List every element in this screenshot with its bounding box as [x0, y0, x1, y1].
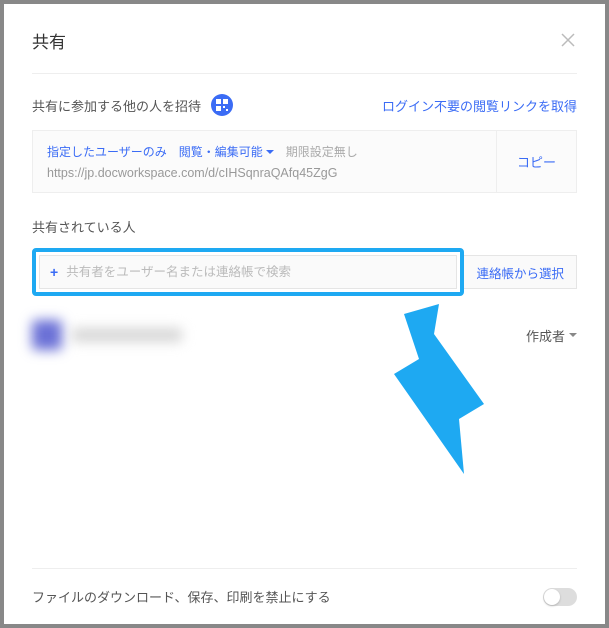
dialog-header: 共有: [32, 28, 577, 74]
spacer: [32, 356, 577, 568]
dialog-footer: ファイルのダウンロード、保存、印刷を禁止にする: [32, 568, 577, 606]
url-left: 指定したユーザーのみ 閲覧・編集可能 期限設定無し https://jp.doc…: [33, 131, 496, 192]
get-view-link[interactable]: ログイン不要の閲覧リンクを取得: [382, 96, 577, 115]
permission-row: 指定したユーザーのみ 閲覧・編集可能 期限設定無し: [47, 143, 482, 160]
user-name-redacted: [72, 328, 182, 342]
permission-dropdown[interactable]: 閲覧・編集可能: [179, 143, 274, 160]
invite-text: 共有に参加する他の人を招待: [32, 96, 201, 115]
close-icon[interactable]: [561, 33, 577, 49]
table-row: 作成者: [32, 314, 577, 356]
invite-left: 共有に参加する他の人を招待: [32, 94, 233, 116]
copy-button[interactable]: コピー: [496, 131, 576, 192]
invite-row: 共有に参加する他の人を招待 ログイン不要の閲覧リンクを取得: [32, 74, 577, 130]
plus-icon: +: [50, 264, 58, 280]
restrict-download-toggle[interactable]: [543, 588, 577, 606]
permission-label: 閲覧・編集可能: [179, 143, 263, 160]
avatar: [32, 320, 62, 350]
toggle-knob: [544, 589, 560, 605]
select-from-contacts-button[interactable]: 連絡帳から選択: [464, 255, 577, 289]
user-info: [32, 320, 182, 350]
search-row: + 連絡帳から選択: [32, 248, 577, 296]
share-url: https://jp.docworkspace.com/d/cIHSqnraQA…: [47, 166, 482, 180]
chevron-down-icon: [266, 148, 274, 156]
chevron-down-icon: [569, 331, 577, 339]
share-url-box: 指定したユーザーのみ 閲覧・編集可能 期限設定無し https://jp.doc…: [32, 130, 577, 193]
role-dropdown[interactable]: 作成者: [526, 326, 577, 345]
dialog-title: 共有: [32, 28, 66, 53]
search-input[interactable]: [66, 265, 446, 279]
restrict-download-label: ファイルのダウンロード、保存、印刷を禁止にする: [32, 587, 331, 606]
role-label: 作成者: [526, 326, 565, 345]
search-input-wrap[interactable]: +: [39, 255, 457, 289]
shared-with-label: 共有されている人: [32, 217, 577, 236]
qr-code-icon[interactable]: [211, 94, 233, 116]
share-dialog: 共有 共有に参加する他の人を招待 ログイン不要の閲覧リンクを取得 指定したユーザ…: [4, 4, 605, 624]
expiry-label: 期限設定無し: [286, 143, 358, 160]
permission-scope: 指定したユーザーのみ: [47, 143, 167, 160]
search-highlight-frame: +: [32, 248, 464, 296]
